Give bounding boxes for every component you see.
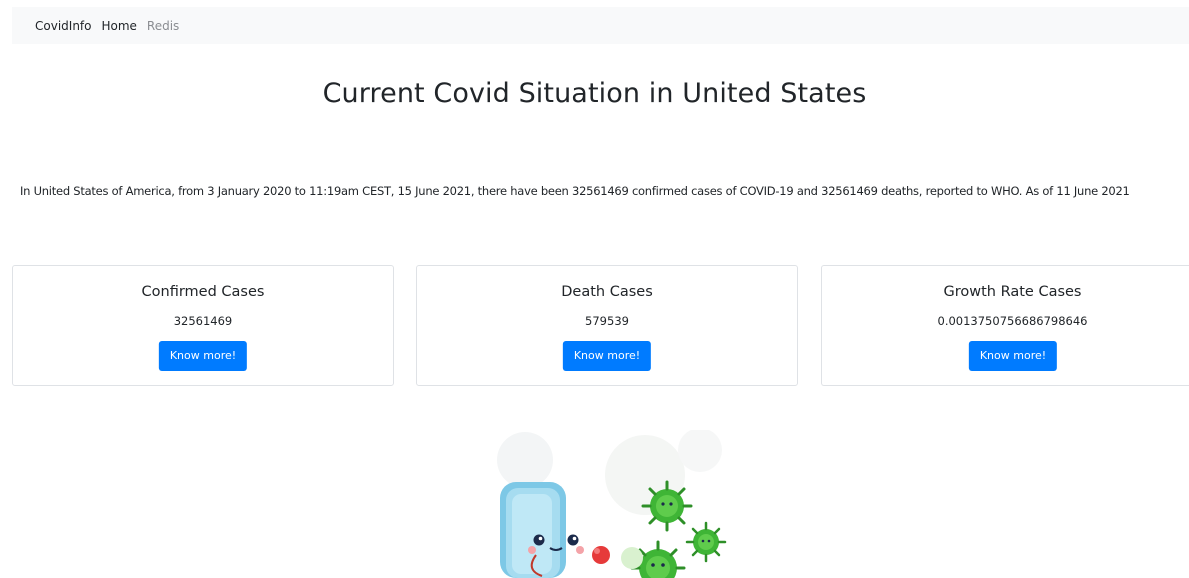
card-value: 579539 (585, 314, 629, 328)
mask-virus-illustration (497, 430, 727, 578)
confirmed-cases-card: Confirmed Cases 32561469 Know more! (12, 265, 394, 386)
page-title: Current Covid Situation in United States (322, 78, 867, 109)
mask-character-icon (500, 482, 584, 578)
card-title: Confirmed Cases (141, 284, 265, 300)
know-more-button[interactable]: Know more! (158, 341, 248, 371)
card-value: 32561469 (173, 314, 233, 328)
know-more-button[interactable]: Know more! (562, 341, 652, 371)
nav-link-home[interactable]: Home (101, 19, 136, 33)
card-title: Death Cases (561, 284, 653, 300)
card-value: 0.0013750756686798646 (937, 314, 1088, 328)
virus-icon (621, 547, 643, 569)
nav-link-redis[interactable]: Redis (147, 19, 179, 33)
card-title: Growth Rate Cases (943, 284, 1082, 300)
navbar-brand[interactable]: CovidInfo (35, 19, 91, 33)
know-more-button[interactable]: Know more! (968, 341, 1058, 371)
virus-icon (685, 521, 727, 563)
death-cases-card: Death Cases 579539 Know more! (416, 265, 798, 386)
situation-summary: In United States of America, from 3 Janu… (20, 184, 1130, 198)
virus-icon (641, 480, 693, 532)
growth-rate-card: Growth Rate Cases 0.0013750756686798646 … (821, 265, 1189, 386)
boxing-glove-icon (592, 546, 610, 564)
navbar: CovidInfo Home Redis (12, 7, 1189, 44)
